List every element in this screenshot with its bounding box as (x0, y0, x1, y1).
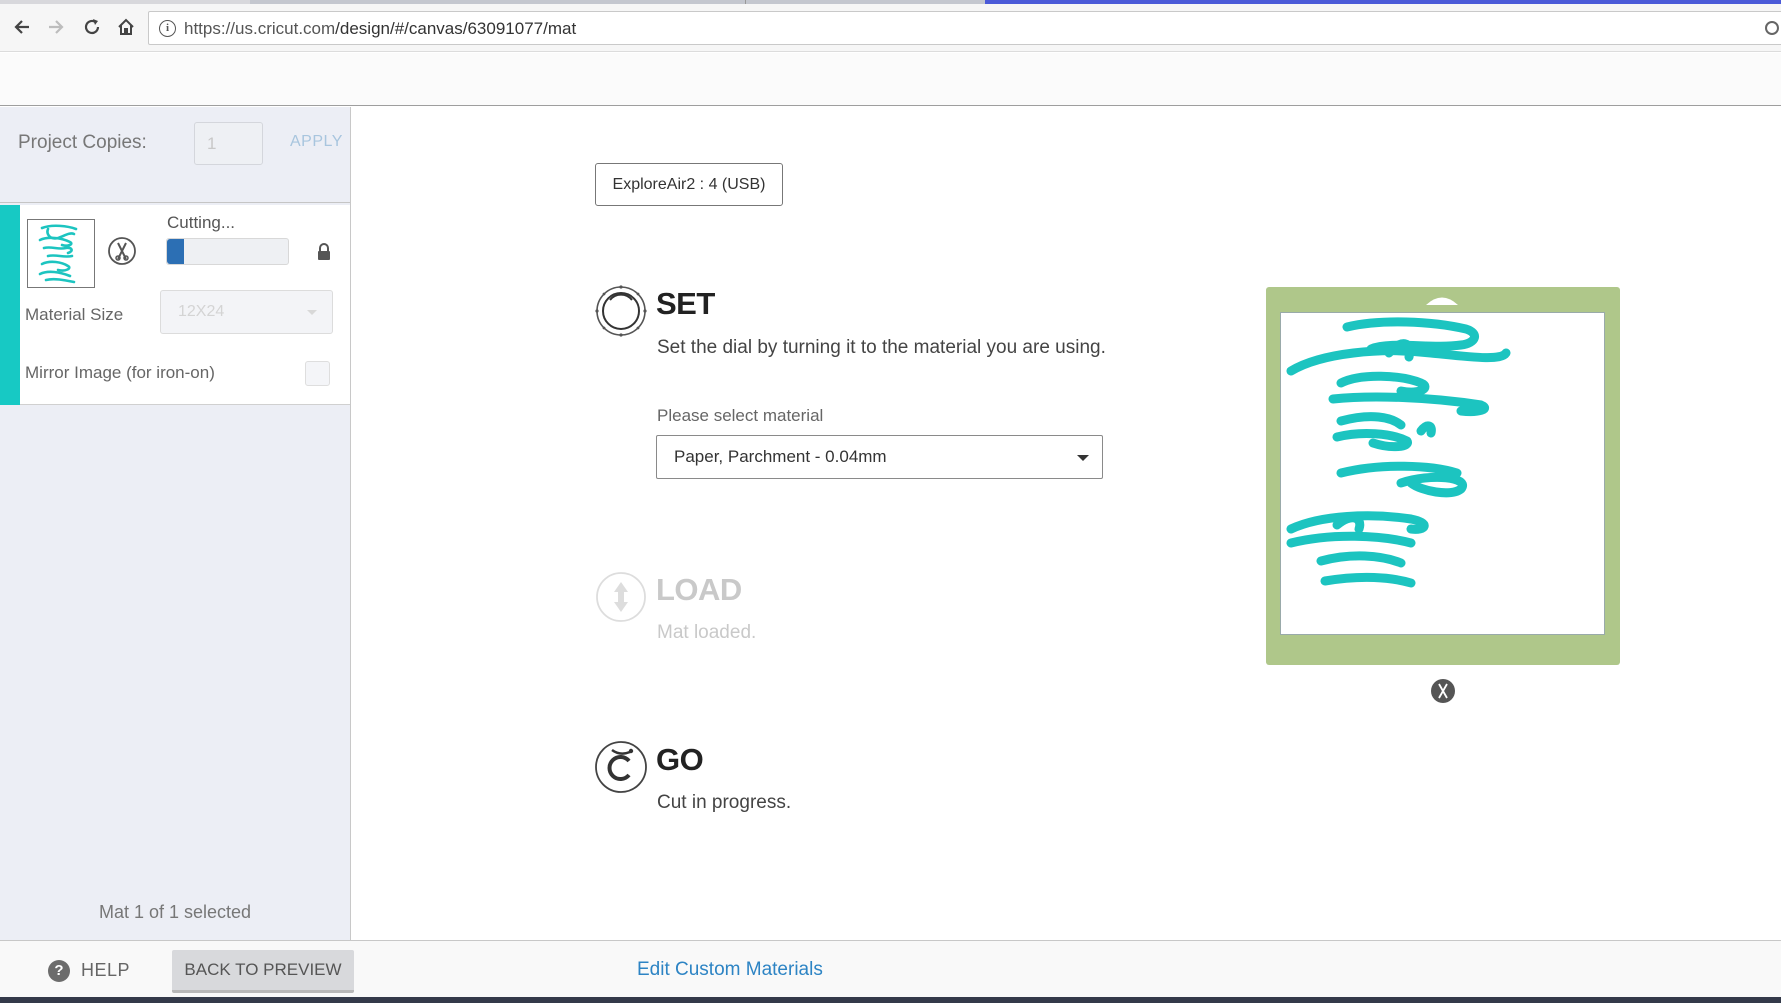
app-header-bar (0, 53, 1781, 106)
mat-preview (1266, 287, 1620, 665)
design-preview (1286, 317, 1511, 588)
material-size-label: Material Size (25, 305, 124, 324)
mat-sidebar: Project Copies: 1 APPLY Cutting... Mater… (0, 107, 351, 940)
edit-custom-materials-link[interactable]: Edit Custom Materials (637, 959, 823, 981)
set-step-title: SET (656, 286, 715, 321)
chevron-down-icon (307, 310, 317, 315)
project-copies-input[interactable]: 1 (194, 122, 263, 165)
set-step-description: Set the dial by turning it to the materi… (657, 337, 1106, 358)
apply-button[interactable]: APPLY (290, 133, 343, 151)
taskbar-edge (0, 997, 1781, 1003)
material-select-value: Paper, Parchment - 0.04mm (674, 447, 887, 466)
url-path: /design/#/canvas/63091077/mat (335, 19, 577, 38)
help-icon[interactable]: ? (48, 960, 70, 982)
mat-cut-area (1280, 312, 1605, 635)
material-size-select[interactable]: 12X24 (160, 290, 333, 334)
mirror-image-checkbox[interactable] (305, 361, 330, 386)
go-button-icon[interactable] (594, 740, 648, 794)
project-copies-label: Project Copies: (18, 132, 147, 153)
address-bar[interactable]: i https://us.cricut.com/design/#/canvas/… (148, 11, 1781, 45)
mat-thumbnail[interactable] (27, 219, 95, 288)
go-step-title: GO (656, 742, 704, 777)
material-size-value: 12X24 (178, 303, 225, 320)
search-icon[interactable] (1765, 21, 1779, 35)
material-prompt-label: Please select material (657, 406, 824, 425)
mat-selected-indicator (0, 205, 20, 405)
dial-icon (594, 284, 648, 338)
back-to-preview-button[interactable]: BACK TO PREVIEW (172, 950, 354, 993)
url-host: https://us.cricut.com (184, 19, 336, 38)
fine-point-blade-icon (107, 236, 137, 266)
home-icon[interactable] (112, 12, 140, 42)
info-icon[interactable]: i (159, 20, 176, 37)
cut-progress-bar (166, 238, 289, 265)
load-arrows-icon (594, 570, 648, 624)
footer-bar: ? HELP BACK TO PREVIEW Edit Custom Mater… (0, 940, 1781, 1003)
url-text: https://us.cricut.com/design/#/canvas/63… (184, 19, 576, 39)
blade-tool-icon (1430, 678, 1456, 704)
load-step-description: Mat loaded. (657, 622, 757, 643)
lock-icon[interactable] (316, 242, 332, 262)
browser-toolbar: i https://us.cricut.com/design/#/canvas/… (0, 4, 1781, 52)
cut-status-label: Cutting... (167, 213, 236, 232)
back-arrow-icon[interactable] (8, 12, 36, 42)
mat-selection-status: Mat 1 of 1 selected (98, 902, 252, 922)
mat-card[interactable]: Cutting... Material Size 12X24 Mirror Im… (0, 205, 350, 405)
help-link[interactable]: HELP (81, 960, 130, 981)
reload-icon[interactable] (78, 12, 106, 42)
machine-select-button[interactable]: ExploreAir2 : 4 (USB) (595, 163, 783, 206)
cut-progress-fill (167, 239, 184, 264)
go-step-description: Cut in progress. (657, 792, 792, 813)
project-copies-row: Project Copies: 1 APPLY (0, 107, 350, 203)
mirror-image-label: Mirror Image (for iron-on) (25, 363, 215, 382)
mat-handle (1424, 292, 1460, 306)
chevron-down-icon (1077, 455, 1089, 461)
load-step-title: LOAD (656, 572, 742, 607)
forward-arrow-icon[interactable] (42, 12, 70, 42)
material-select[interactable]: Paper, Parchment - 0.04mm (656, 435, 1103, 479)
